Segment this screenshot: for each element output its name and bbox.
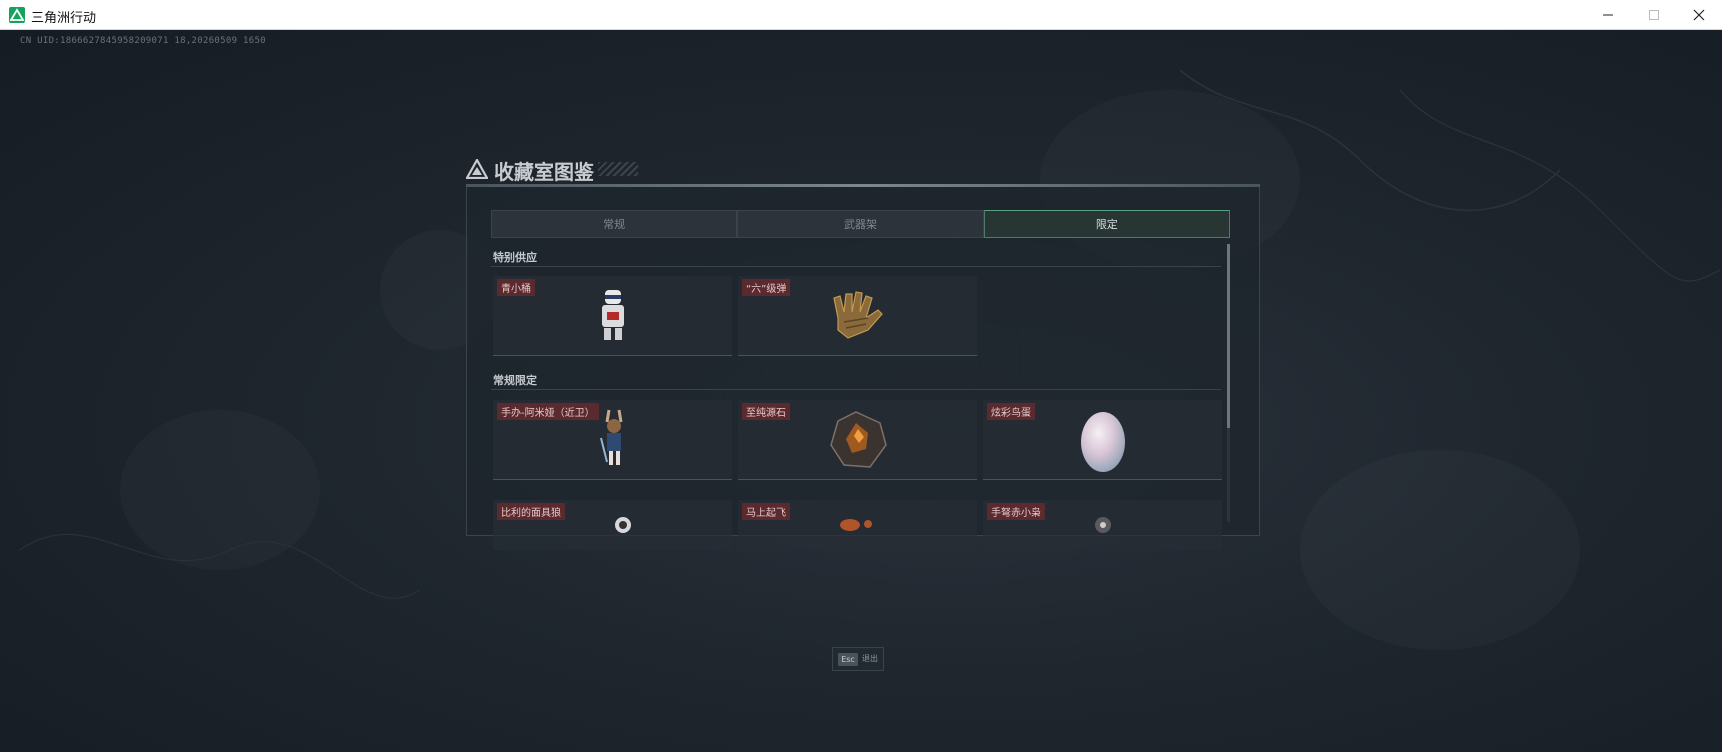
minimize-icon — [1603, 14, 1613, 16]
window-titlebar: 三角洲行动 — [0, 0, 1722, 30]
item-name: 手弩赤小枭 — [987, 503, 1045, 520]
collection-item[interactable]: 青小桶 — [493, 276, 732, 356]
rocket-icon — [839, 518, 872, 531]
item-name: 至纯源石 — [742, 403, 790, 420]
collection-item[interactable]: “六”级弹 — [738, 276, 977, 356]
maximize-icon — [1649, 10, 1659, 20]
exit-label: 退出 — [862, 654, 878, 663]
title-decoration — [598, 162, 638, 176]
tab-regular[interactable]: 常规 — [491, 210, 738, 238]
scrollbar-thumb[interactable] — [1227, 244, 1230, 428]
originium-crystal-icon — [829, 410, 887, 468]
minimize-button[interactable] — [1585, 0, 1631, 30]
anime-figure-icon — [599, 409, 622, 465]
mask-wolf-icon — [614, 516, 631, 533]
owl-crossbow-icon — [1094, 516, 1111, 533]
delta-logo-icon — [9, 7, 25, 23]
item-name: 青小桶 — [497, 279, 535, 296]
gold-glove-icon — [832, 290, 883, 339]
robot-figurine-icon — [601, 289, 624, 340]
item-name: “六”级弹 — [742, 279, 791, 296]
tab-weapon-rack[interactable]: 武器架 — [737, 210, 984, 238]
collection-item[interactable]: 手弩赤小枭 — [983, 500, 1222, 550]
window-title: 三角洲行动 — [31, 11, 97, 26]
collection-item[interactable]: 至纯源石 — [738, 400, 977, 480]
close-button[interactable] — [1676, 0, 1722, 30]
close-icon — [1693, 9, 1705, 21]
maximize-button[interactable] — [1631, 0, 1677, 30]
delta-triangle-icon — [466, 159, 488, 179]
item-name: 比利的面具狼 — [497, 503, 565, 520]
tab-bar: 常规 武器架 限定 — [491, 210, 1230, 238]
item-name: 马上起飞 — [742, 503, 790, 520]
panel-top-border — [466, 184, 1260, 187]
section-divider — [491, 266, 1221, 267]
iridescent-egg-icon — [1080, 411, 1125, 472]
esc-key-badge: Esc — [838, 653, 858, 666]
uid-watermark: CN UID:1866627845958209071 18,20260509 1… — [20, 36, 266, 46]
section-title-regular-limited: 常规限定 — [493, 374, 537, 387]
section-divider — [491, 389, 1221, 390]
collection-item[interactable]: 马上起飞 — [738, 500, 977, 550]
collection-item[interactable]: 炫彩鸟蛋 — [983, 400, 1222, 480]
exit-button[interactable]: Esc 退出 — [832, 647, 884, 671]
item-name: 炫彩鸟蛋 — [987, 403, 1035, 420]
item-name: 手办-阿米娅（近卫） — [497, 403, 599, 420]
tab-limited[interactable]: 限定 — [983, 210, 1230, 238]
page-title: 收藏室图鉴 — [494, 160, 594, 184]
collection-item[interactable]: 手办-阿米娅（近卫） — [493, 400, 732, 480]
items-scroll-area[interactable]: 特别供应 青小桶 “六”级弹 常规限定 手办-阿米娅（近卫） 至纯源石 炫彩鸟蛋… — [491, 244, 1227, 550]
section-title-special-supply: 特别供应 — [493, 251, 537, 264]
collection-item[interactable]: 比利的面具狼 — [493, 500, 732, 550]
